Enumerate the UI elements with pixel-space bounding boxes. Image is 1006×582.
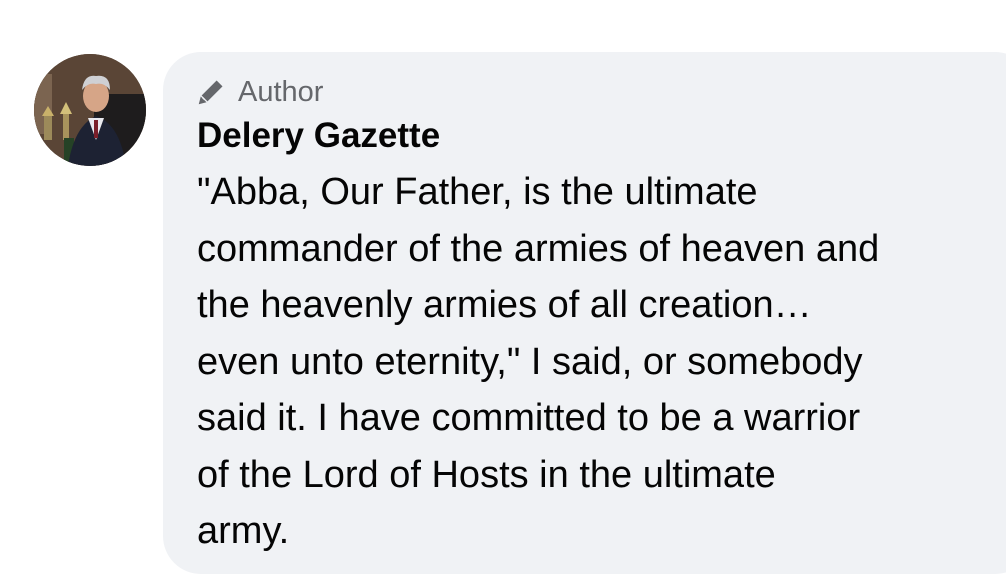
comment: Author Delery Gazette "Abba, Our Father,… xyxy=(0,0,1006,582)
author-badge: Author xyxy=(196,74,323,110)
author-badge-label: Author xyxy=(238,76,324,108)
avatar[interactable] xyxy=(34,54,146,166)
avatar-photo xyxy=(34,54,146,166)
commenter-name[interactable]: Delery Gazette xyxy=(197,114,440,158)
comment-text: "Abba, Our Father, is the ultimate comma… xyxy=(197,171,880,552)
pencil-icon xyxy=(196,77,226,107)
